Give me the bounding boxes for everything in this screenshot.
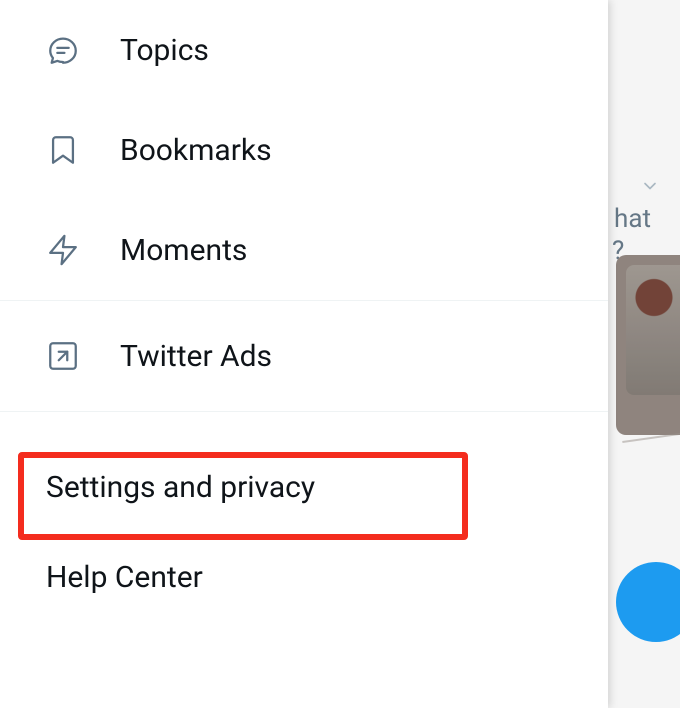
nav-item-bookmarks[interactable]: Bookmarks	[0, 100, 608, 200]
nav-item-label: Topics	[120, 33, 209, 68]
nav-item-settings-privacy[interactable]: Settings and privacy	[0, 442, 608, 532]
bookmark-icon	[46, 133, 80, 167]
nav-item-moments[interactable]: Moments	[0, 200, 608, 300]
backdrop-text-fragment: hat	[614, 204, 651, 234]
backdrop-tweet-image	[616, 255, 680, 435]
backdrop-image-detail	[622, 431, 680, 470]
spacer	[0, 412, 608, 442]
nav-item-label: Moments	[120, 233, 247, 268]
nav-item-topics[interactable]: Topics	[0, 0, 608, 100]
chevron-down-icon	[640, 176, 660, 200]
external-link-icon	[46, 339, 80, 373]
nav-item-help-center[interactable]: Help Center	[0, 532, 608, 622]
nav-item-label: Settings and privacy	[46, 470, 315, 505]
topics-icon	[46, 33, 80, 67]
nav-item-label: Help Center	[46, 560, 203, 595]
nav-item-label: Twitter Ads	[120, 339, 272, 374]
lightning-icon	[46, 233, 80, 267]
nav-item-twitter-ads[interactable]: Twitter Ads	[0, 301, 608, 411]
navigation-drawer: Topics Bookmarks Moments Twitter Ads	[0, 0, 608, 708]
nav-item-label: Bookmarks	[120, 133, 272, 168]
compose-tweet-button[interactable]	[616, 562, 680, 642]
obscured-background: hat ?	[608, 0, 680, 708]
